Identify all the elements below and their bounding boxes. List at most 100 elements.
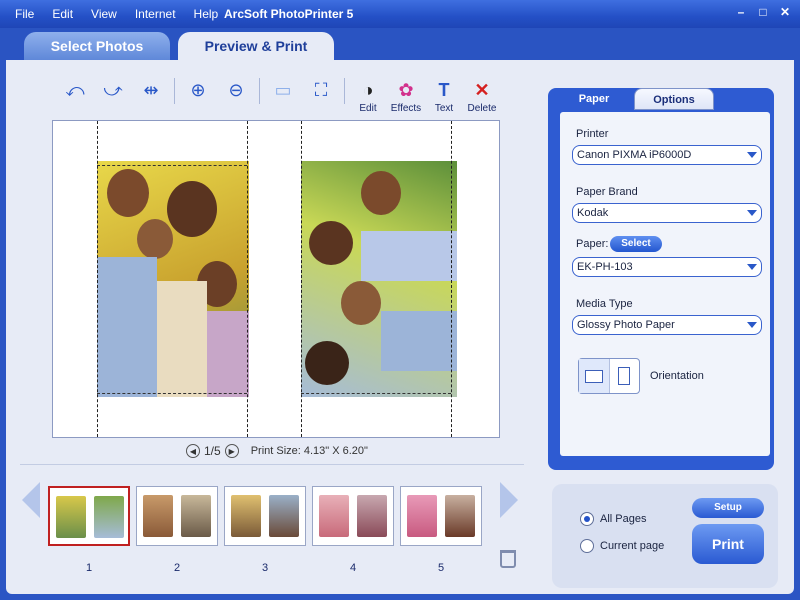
flip-icon: ⇹	[143, 79, 159, 100]
thumbnail-2[interactable]	[136, 486, 218, 546]
zoom-out-icon: ⊖	[228, 79, 244, 100]
thumbnail-number: 4	[349, 562, 357, 574]
thumbnail-4[interactable]	[312, 486, 394, 546]
toolbar: ⤺ ⤻ ⇹ ⊕ ⊖ ▭ ⛶ ◑ Edit ✿ Effects T Text ✕ Dele…	[56, 78, 501, 114]
current-page-radio[interactable]	[580, 539, 594, 553]
trash-icon[interactable]	[500, 550, 516, 568]
text-label: Text	[434, 103, 454, 114]
paper-select-button[interactable]: Select	[610, 236, 662, 252]
tab-preview-print[interactable]: Preview & Print	[178, 32, 334, 60]
rotate-left-button[interactable]: ⤺	[56, 78, 94, 102]
contrast-icon: ◑	[362, 79, 374, 100]
delete-label: Delete	[467, 103, 497, 114]
zoom-in-icon: ⊕	[190, 79, 206, 100]
media-type-select[interactable]: Glossy Photo Paper	[572, 315, 762, 335]
main-panel: ⤺ ⤻ ⇹ ⊕ ⊖ ▭ ⛶ ◑ Edit ✿ Effects T Text ✕ Dele…	[6, 60, 794, 594]
guide-line	[97, 393, 247, 394]
current-page-label: Current page	[600, 540, 665, 552]
menu-bar: File Edit View Internet Help	[6, 7, 227, 21]
text-button[interactable]: T Text	[425, 78, 463, 115]
paper-type-select[interactable]: EK-PH-103	[572, 257, 762, 277]
portrait-icon	[618, 367, 631, 385]
paper-brand-value: Kodak	[577, 207, 609, 219]
toolbar-separator	[344, 78, 345, 104]
rotate-right-button[interactable]: ⤻	[94, 78, 132, 102]
menu-view[interactable]: View	[82, 7, 126, 21]
zoom-out-button[interactable]: ⊖	[217, 78, 255, 102]
printer-select[interactable]: Canon PIXMA iP6000D	[572, 145, 762, 165]
delete-button[interactable]: ✕ Delete	[463, 78, 501, 115]
thumbnail-1[interactable]	[48, 486, 130, 546]
photo-left[interactable]	[97, 161, 249, 397]
landscape-button[interactable]	[579, 359, 610, 393]
page-navigator: ◀ 1/5 ▶ Print Size: 4.13" X 6.20"	[186, 444, 368, 458]
menu-edit[interactable]: Edit	[43, 7, 82, 21]
chevron-down-icon[interactable]	[745, 260, 759, 274]
fit-image-button[interactable]: ▭	[264, 78, 302, 102]
landscape-icon	[584, 369, 603, 383]
printer-label: Printer	[576, 128, 609, 140]
all-pages-radio[interactable]	[580, 512, 594, 526]
close-icon[interactable]: ✕	[776, 5, 794, 21]
chevron-down-icon[interactable]	[745, 148, 759, 162]
thumbnail-number: 1	[85, 562, 93, 574]
guide-line	[301, 393, 451, 394]
paper-brand-label: Paper Brand	[576, 186, 638, 198]
menu-help[interactable]: Help	[185, 7, 228, 21]
page-indicator: 1/5	[204, 444, 221, 458]
crop-icon: ⛶	[314, 79, 328, 100]
setup-button[interactable]: Setup	[692, 498, 764, 518]
thumbnail-numbers: 1 2 3 4 5	[48, 562, 482, 574]
menu-internet[interactable]: Internet	[126, 7, 185, 21]
text-icon: T	[438, 79, 450, 100]
effects-button[interactable]: ✿ Effects	[387, 78, 425, 115]
chevron-down-icon[interactable]	[745, 206, 759, 220]
title-bar: File Edit View Internet Help ArcSoft Pho…	[0, 0, 800, 28]
paper-type-value: EK-PH-103	[577, 261, 633, 273]
crop-button[interactable]: ⛶	[302, 78, 340, 102]
menu-file[interactable]: File	[6, 7, 43, 21]
delete-icon: ✕	[474, 79, 490, 100]
print-preview-canvas[interactable]	[52, 120, 500, 438]
thumbnail-3[interactable]	[224, 486, 306, 546]
guide-line	[247, 121, 248, 437]
next-page-button[interactable]: ▶	[224, 444, 239, 458]
chevron-down-icon[interactable]	[745, 318, 759, 332]
rotate-right-icon: ⤻	[103, 79, 123, 100]
paper-brand-select[interactable]: Kodak	[572, 203, 762, 223]
prev-page-button[interactable]: ◀	[186, 444, 200, 458]
all-pages-label: All Pages	[600, 513, 647, 525]
thumbs-prev-arrow-icon[interactable]	[22, 482, 40, 518]
paper-settings-panel: Printer Canon PIXMA iP6000D Paper Brand …	[560, 112, 770, 456]
photo-right[interactable]	[301, 161, 457, 397]
tab-paper[interactable]: Paper	[554, 88, 634, 110]
toolbar-separator	[259, 78, 260, 104]
edit-label: Edit	[359, 103, 377, 114]
print-button[interactable]: Print	[692, 524, 764, 564]
thumbnail-number: 3	[261, 562, 269, 574]
print-box: All Pages Current page Setup Print	[552, 484, 778, 588]
maximize-icon[interactable]: □	[754, 5, 772, 21]
toolbar-separator	[174, 78, 175, 104]
tab-options[interactable]: Options	[634, 88, 714, 110]
app-title: ArcSoft PhotoPrinter 5	[224, 7, 354, 21]
guide-line	[97, 165, 247, 166]
portrait-button[interactable]	[610, 359, 640, 393]
print-size-label: Print Size: 4.13" X 6.20"	[250, 445, 368, 457]
guide-line	[451, 121, 452, 437]
paper-label: Paper:	[576, 238, 609, 250]
palette-icon: ✿	[398, 79, 414, 100]
flip-button[interactable]: ⇹	[132, 78, 170, 102]
thumbnail-5[interactable]	[400, 486, 482, 546]
tab-select-photos[interactable]: Select Photos	[24, 32, 170, 60]
thumbnail-strip	[48, 486, 482, 546]
thumbs-next-arrow-icon[interactable]	[500, 482, 518, 518]
media-type-label: Media Type	[576, 298, 633, 310]
effects-label: Effects	[390, 103, 422, 114]
guide-line	[97, 121, 98, 437]
minimize-icon[interactable]: –	[732, 5, 750, 21]
edit-button[interactable]: ◑ Edit	[349, 78, 387, 115]
orientation-label: Orientation	[650, 370, 704, 382]
thumbnail-number: 2	[173, 562, 181, 574]
zoom-in-button[interactable]: ⊕	[179, 78, 217, 102]
